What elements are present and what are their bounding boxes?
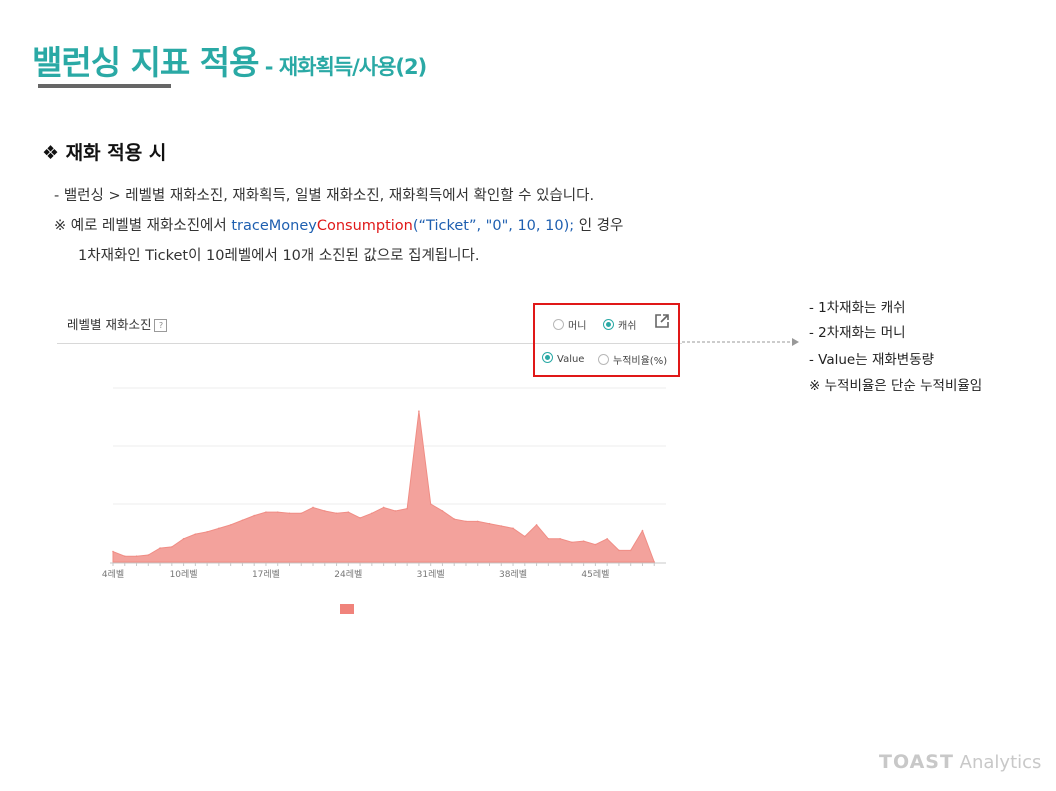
- code-consumption: Consumption: [316, 218, 413, 234]
- data-point[interactable]: [147, 554, 150, 556]
- data-point[interactable]: [606, 538, 608, 540]
- line2-prefix: ※ 예로 레벨별 재화소진에서: [54, 218, 232, 234]
- data-point[interactable]: [488, 522, 491, 525]
- data-point[interactable]: [323, 510, 326, 512]
- page-title-dash: -: [258, 55, 279, 79]
- page-title: 밸런싱 지표 적용 - 재화획득/사용(2): [32, 36, 427, 84]
- data-point[interactable]: [418, 410, 420, 412]
- diamond-bullet-icon: ❖: [42, 142, 60, 164]
- data-point[interactable]: [465, 520, 467, 523]
- data-point[interactable]: [159, 547, 161, 549]
- section-heading: ❖ 재화 적용 시: [42, 138, 166, 165]
- data-point[interactable]: [371, 512, 373, 515]
- data-point[interactable]: [123, 555, 126, 557]
- note-3: - Value는 재화변동량: [809, 352, 935, 368]
- data-point[interactable]: [241, 519, 244, 522]
- data-point[interactable]: [253, 514, 255, 517]
- data-point[interactable]: [500, 525, 503, 527]
- body-line-2: ※ 예로 레벨별 재화소진에서 traceMoneyConsumption(“T…: [54, 214, 623, 235]
- x-tick-label: 45레벨: [581, 569, 609, 580]
- area-chart: 4레벨 10레벨 17레벨 24레벨 31레벨 38레벨 45레벨: [102, 387, 666, 580]
- data-point[interactable]: [429, 503, 432, 505]
- data-point[interactable]: [641, 529, 644, 532]
- x-tick-label: 10레벨: [170, 569, 198, 580]
- page-title-sub: 재화획득/사용(2): [278, 55, 427, 79]
- data-point[interactable]: [335, 512, 338, 515]
- note-1: - 1차재화는 캐쉬: [809, 300, 906, 316]
- data-point[interactable]: [476, 520, 479, 523]
- chart-series: [112, 410, 656, 563]
- brand-logo-analytics: Analytics: [953, 752, 1042, 773]
- note-2: - 2차재화는 머니: [809, 325, 906, 341]
- data-point[interactable]: [441, 510, 444, 512]
- data-point[interactable]: [582, 540, 585, 542]
- data-point[interactable]: [359, 517, 361, 519]
- data-point[interactable]: [112, 550, 114, 553]
- note-4: ※ 누적비율은 단순 누적비율임: [809, 378, 983, 394]
- data-point[interactable]: [629, 549, 632, 552]
- data-point[interactable]: [547, 538, 550, 540]
- data-point[interactable]: [394, 510, 397, 512]
- data-point[interactable]: [535, 524, 538, 526]
- data-point[interactable]: [300, 512, 303, 515]
- data-point[interactable]: [382, 506, 385, 509]
- code-args: (“Ticket”, "0", 10, 10);: [412, 218, 575, 234]
- data-point[interactable]: [135, 555, 138, 557]
- help-icon[interactable]: ?: [154, 319, 168, 332]
- x-tick-label: 17레벨: [252, 569, 280, 580]
- data-point[interactable]: [347, 511, 350, 513]
- data-point[interactable]: [182, 538, 185, 540]
- section-title: 재화 적용 시: [65, 142, 167, 164]
- widget-title-text: 레벨별 재화소진: [67, 317, 152, 332]
- data-point[interactable]: [288, 512, 291, 515]
- body-line-1: - 밸런싱 > 레벨별 재화소진, 재화획득, 일별 재화소진, 재화획득에서 …: [54, 188, 595, 204]
- page-title-main: 밸런싱 지표 적용: [32, 43, 259, 82]
- x-tick-label: 4레벨: [102, 569, 124, 580]
- data-point[interactable]: [524, 535, 526, 538]
- body-line-3: 1차재화인 Ticket이 10레벨에서 10개 소진된 값으로 집계됩니다.: [78, 248, 480, 264]
- highlight-box: [533, 303, 680, 377]
- data-point[interactable]: [218, 527, 220, 530]
- data-point[interactable]: [594, 543, 597, 546]
- data-point[interactable]: [512, 527, 514, 530]
- widget-title: 레벨별 재화소진?: [67, 314, 168, 333]
- data-point[interactable]: [406, 507, 408, 510]
- footer-brand: TOAST Analytics: [879, 751, 1041, 773]
- brand-logo-toast: TOAST: [879, 751, 954, 773]
- title-underline: [38, 84, 171, 88]
- data-point[interactable]: [559, 538, 561, 540]
- data-point[interactable]: [618, 549, 620, 552]
- line2-suffix: 인 경우: [574, 218, 624, 234]
- x-tick-label: 24레벨: [334, 569, 362, 580]
- chart-grid: [113, 387, 666, 505]
- code-trace-money: traceMoney: [231, 218, 317, 234]
- data-point[interactable]: [265, 511, 267, 513]
- series-area: [112, 411, 655, 563]
- data-point[interactable]: [194, 533, 197, 535]
- data-point[interactable]: [276, 511, 279, 513]
- data-point[interactable]: [229, 524, 232, 526]
- data-point[interactable]: [206, 531, 208, 533]
- data-point[interactable]: [571, 541, 573, 544]
- x-tick-label: 31레벨: [417, 569, 445, 580]
- data-point[interactable]: [171, 546, 173, 548]
- data-point[interactable]: [453, 518, 456, 520]
- legend-swatch[interactable]: [340, 604, 354, 614]
- data-point[interactable]: [312, 506, 314, 509]
- chart-x-axis: 4레벨 10레벨 17레벨 24레벨 31레벨 38레벨 45레벨: [102, 562, 666, 580]
- x-tick-label: 38레벨: [499, 569, 527, 580]
- arrow-connector: [682, 338, 799, 346]
